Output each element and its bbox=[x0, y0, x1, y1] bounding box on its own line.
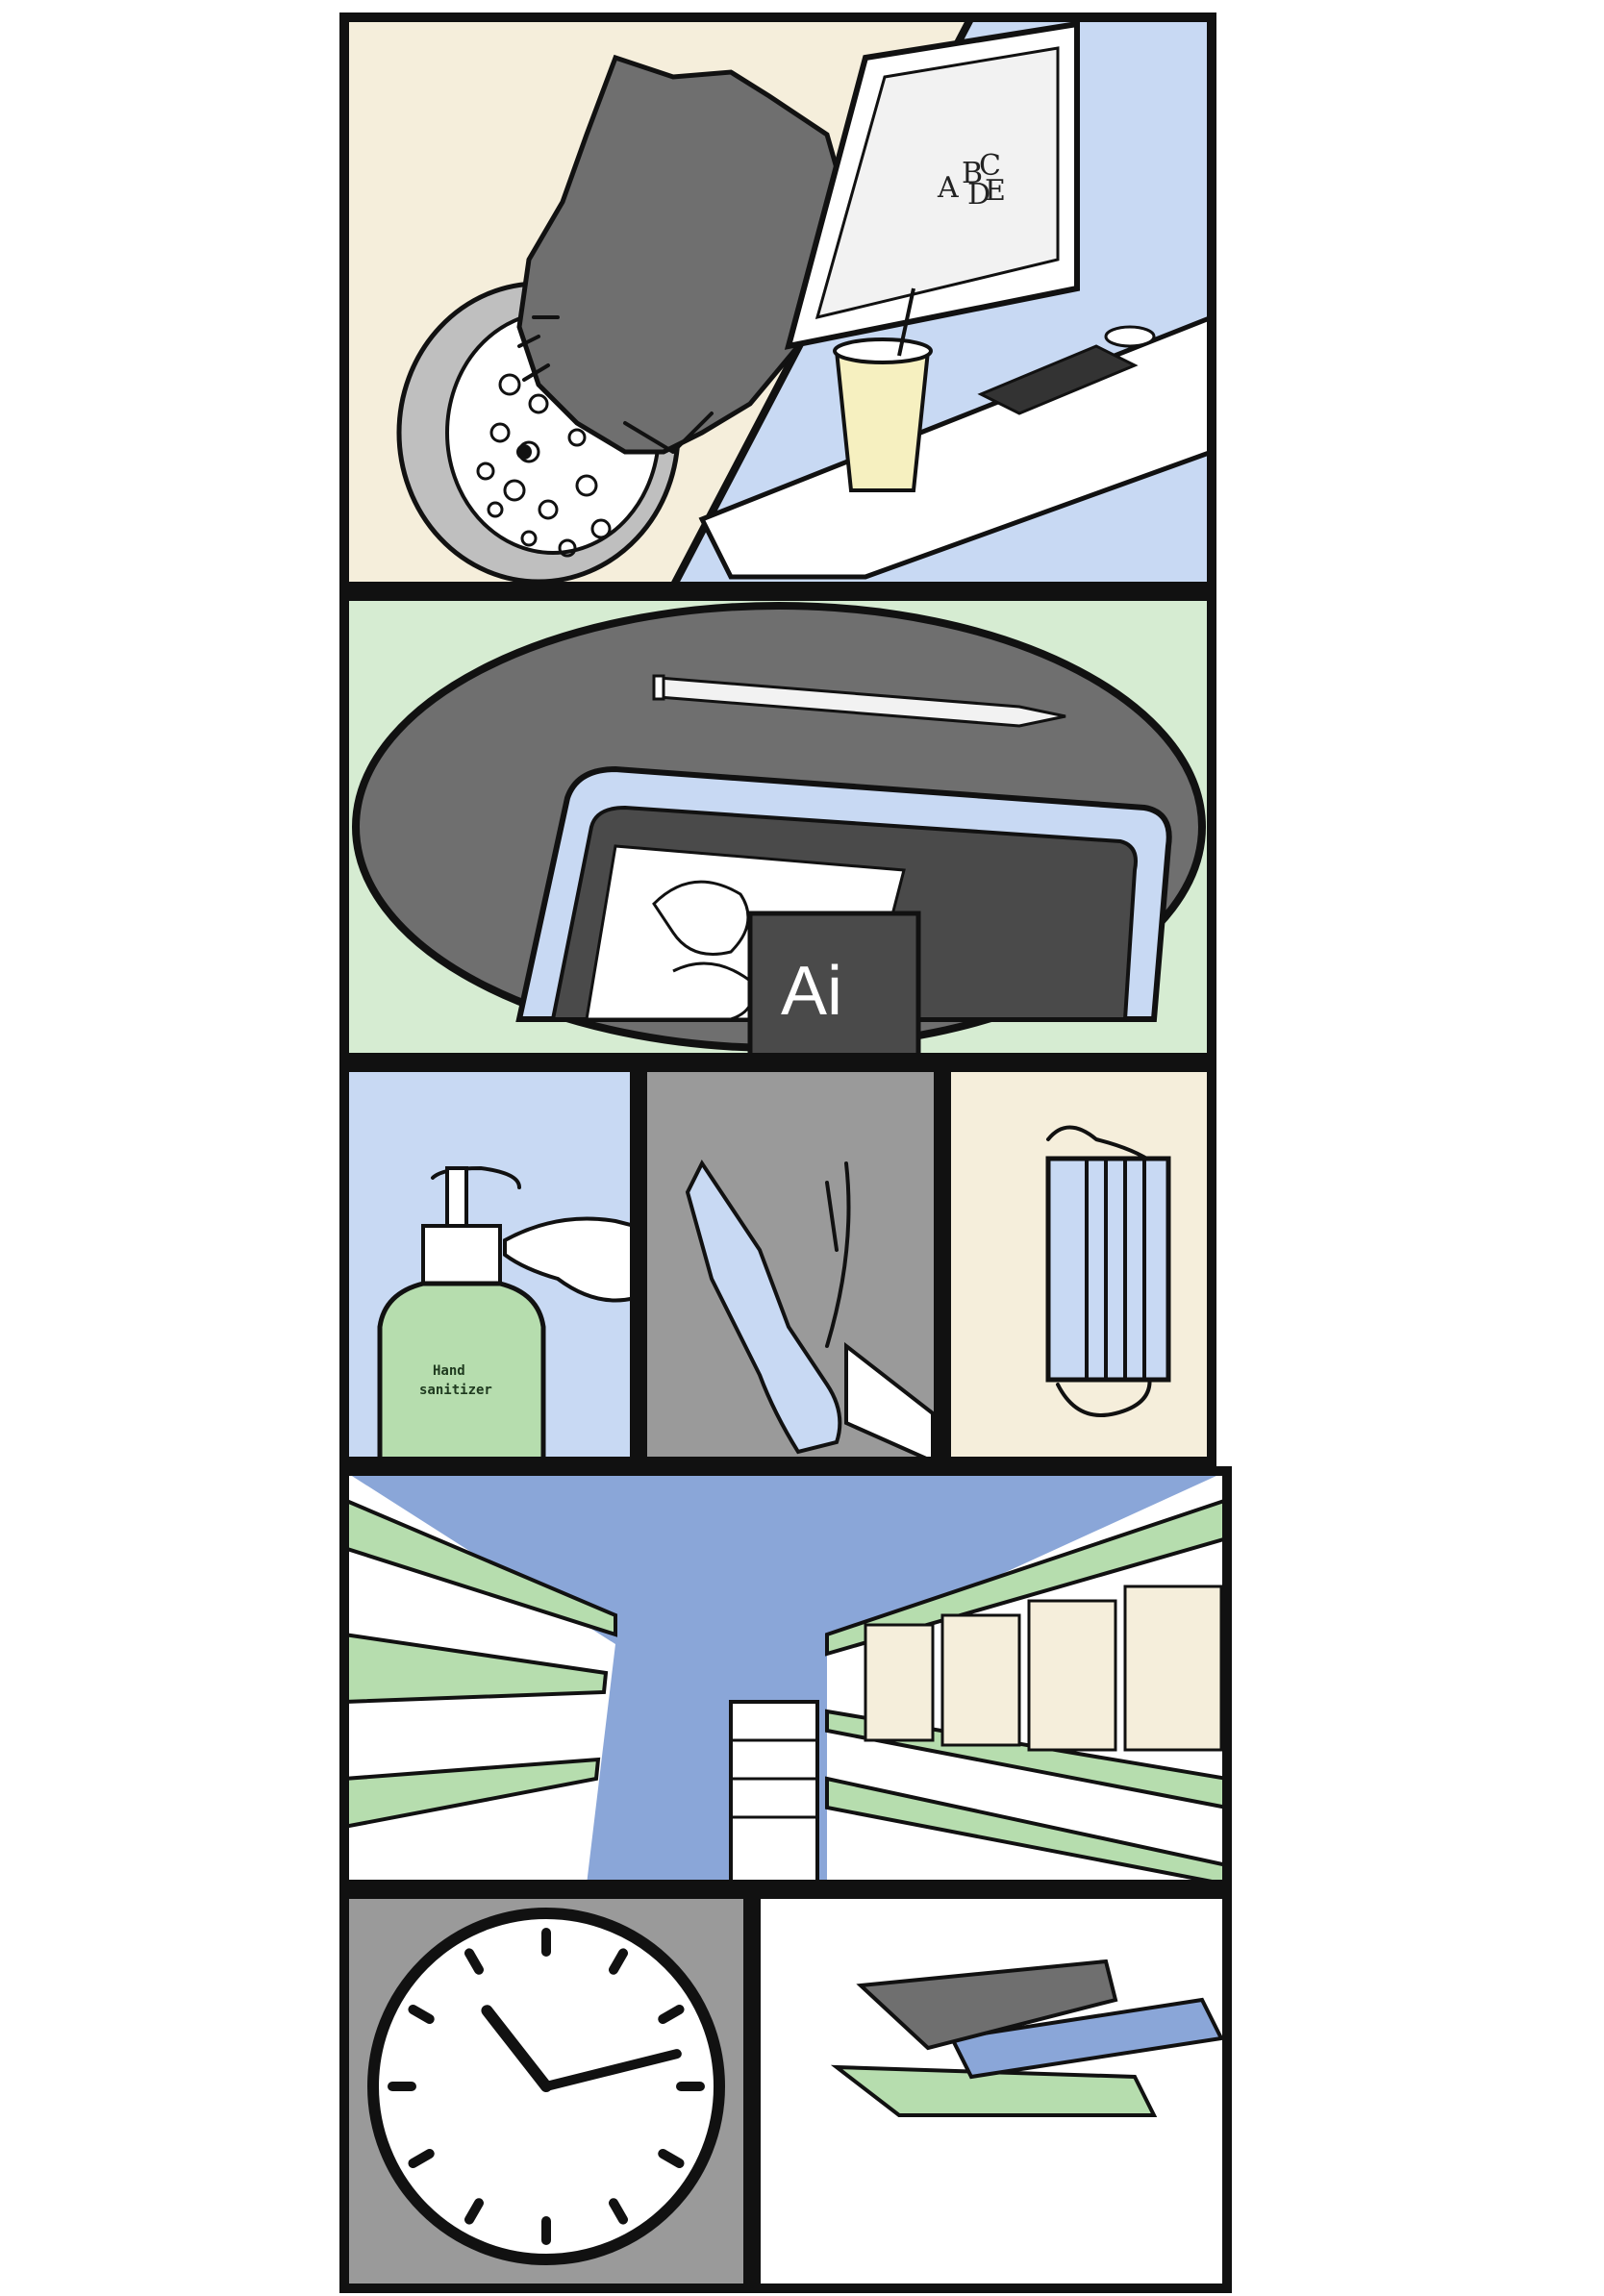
cat-nose bbox=[516, 444, 532, 460]
screen-letter-e: E bbox=[985, 174, 1006, 208]
panel-glove bbox=[638, 1062, 943, 1466]
panel-grocery-aisle bbox=[339, 1466, 1232, 1889]
tablet: Ai bbox=[515, 765, 1172, 1061]
panel-clock bbox=[339, 1889, 753, 2293]
mask-body bbox=[1045, 1156, 1171, 1383]
panel-sanitizer: Hand sanitizer bbox=[339, 1062, 639, 1466]
bottle-label-line2: sanitizer bbox=[419, 1383, 492, 1398]
panel-cat-desk: A B C D E bbox=[339, 12, 1216, 591]
mouse bbox=[1104, 325, 1156, 348]
panel-mask bbox=[941, 1062, 1216, 1466]
panel-tablet: Ai bbox=[339, 591, 1216, 1062]
shopping-cart bbox=[729, 1700, 819, 1886]
ai-app-label: Ai bbox=[781, 953, 842, 1030]
screen-letter-a: A bbox=[937, 171, 959, 205]
bottle-label-line1: Hand bbox=[433, 1363, 465, 1379]
comic-page: A B C D E Ai Hand sanitizer bbox=[339, 12, 1232, 2293]
panel-notebooks bbox=[751, 1889, 1232, 2293]
